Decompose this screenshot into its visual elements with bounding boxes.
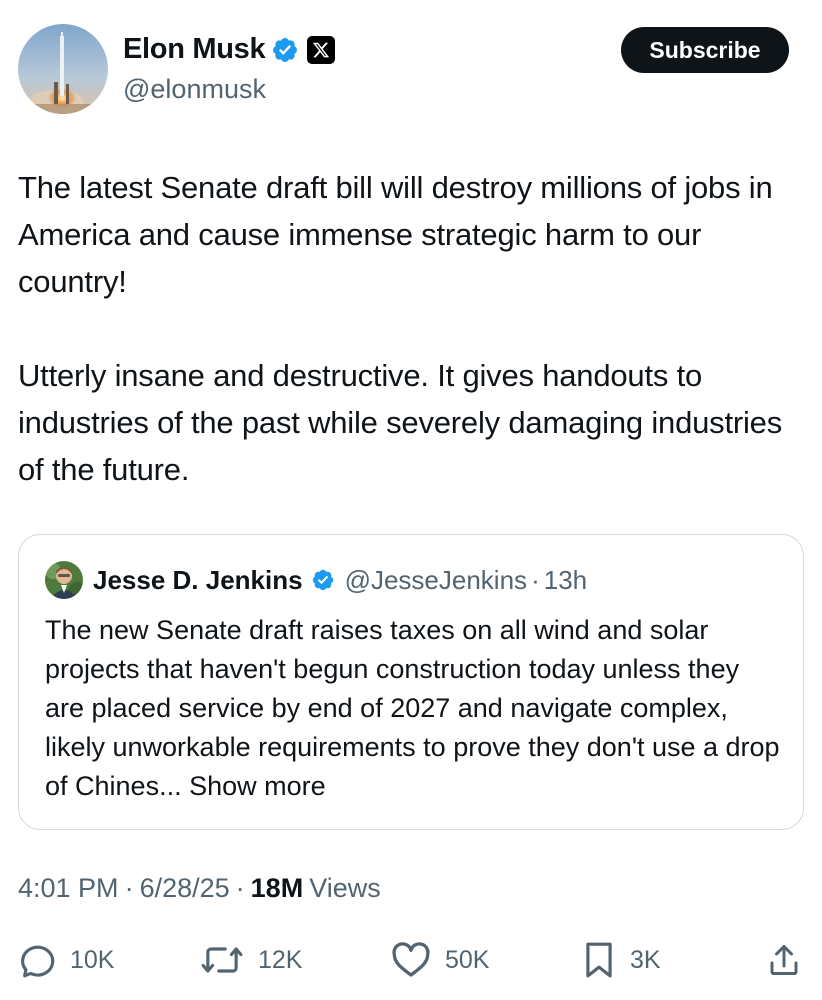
repost-button[interactable]: 12K <box>200 938 302 982</box>
bookmark-count: 3K <box>630 945 661 974</box>
quoted-tweet-text: The new Senate draft raises taxes on all… <box>45 611 785 806</box>
separator-dot: · <box>235 873 245 903</box>
reply-button[interactable]: 10K <box>18 938 114 982</box>
separator-dot: · <box>531 564 540 595</box>
separator-dot: · <box>124 873 134 903</box>
quoted-tweet-body: The new Senate draft raises taxes on all… <box>45 615 780 801</box>
subscribe-button[interactable]: Subscribe <box>621 27 789 73</box>
bookmark-icon <box>582 941 616 979</box>
action-bar: 10K 12K 50K 3K <box>0 938 822 982</box>
quoted-author-handle[interactable]: @JesseJenkins <box>345 565 527 596</box>
share-icon <box>766 941 802 979</box>
verified-badge-icon <box>311 568 335 592</box>
like-count: 50K <box>445 945 490 974</box>
author-avatar[interactable] <box>18 24 108 114</box>
reply-icon <box>18 941 56 979</box>
quoted-tweet-header: Jesse D. Jenkins @JesseJenkins · 13h <box>45 561 587 599</box>
tweet-paragraph: Utterly insane and destructive. It gives… <box>18 358 783 487</box>
quoted-tweet-time[interactable]: 13h <box>544 565 587 596</box>
heart-icon <box>391 941 431 979</box>
reply-count: 10K <box>70 945 115 974</box>
share-button[interactable] <box>766 938 802 982</box>
verified-badge-icon <box>271 36 299 64</box>
bookmark-button[interactable]: 3K <box>582 938 661 982</box>
tweet-meta: 4:01 PM · 6/28/25 · 18M Views <box>18 873 381 904</box>
author-handle[interactable]: @elonmusk <box>123 74 266 105</box>
repost-icon <box>200 941 244 979</box>
author-name-row: Elon Musk <box>123 33 336 66</box>
quoted-author-avatar[interactable] <box>45 561 83 599</box>
quoted-author-name[interactable]: Jesse D. Jenkins <box>93 565 303 596</box>
tweet-time[interactable]: 4:01 PM <box>18 873 119 904</box>
like-button[interactable]: 50K <box>391 938 489 982</box>
tweet-paragraph: The latest Senate draft bill will destro… <box>18 170 773 299</box>
quoted-tweet-card[interactable]: Jesse D. Jenkins @JesseJenkins · 13h The… <box>18 534 804 830</box>
show-more-link[interactable]: Show more <box>189 771 326 801</box>
views-count: 18M <box>250 873 304 903</box>
author-name[interactable]: Elon Musk <box>123 33 266 66</box>
x-logo-icon <box>307 35 336 64</box>
tweet-text: The latest Senate draft bill will destro… <box>18 164 808 493</box>
views-label: Views <box>309 873 381 903</box>
repost-count: 12K <box>258 945 303 974</box>
tweet-detail: Elon Musk @elonmusk Subscribe The latest… <box>0 0 822 1000</box>
tweet-date[interactable]: 6/28/25 <box>140 873 230 904</box>
